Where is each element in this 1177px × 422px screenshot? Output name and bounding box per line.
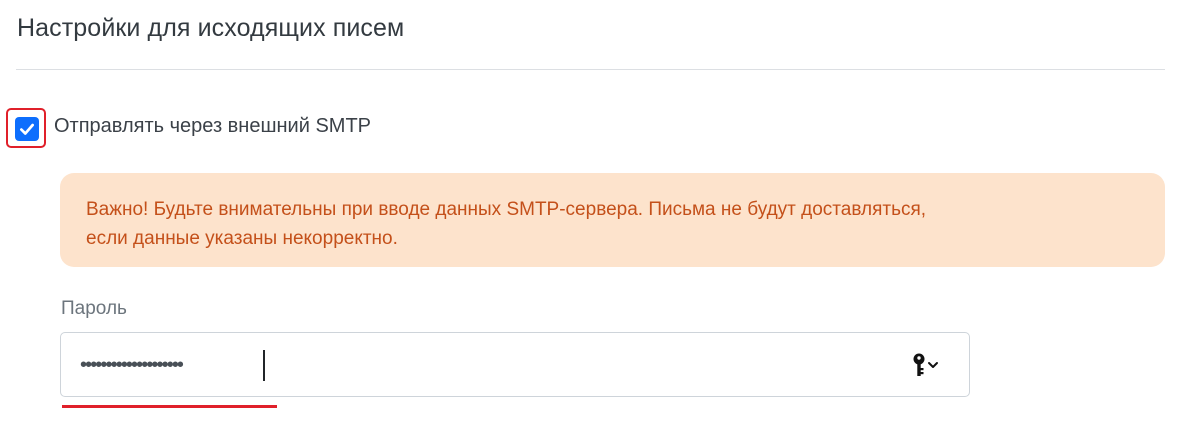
alert-text-line-2: если данные указаны некорректно.	[86, 228, 398, 249]
chevron-down-icon	[928, 362, 938, 368]
checkmark-icon	[20, 123, 34, 135]
text-caret	[263, 350, 265, 381]
key-icon	[913, 353, 925, 376]
password-error-underline	[62, 405, 277, 408]
warning-alert: Важно! Будьте внимательны при вводе данн…	[60, 173, 1165, 267]
section-title: Настройки для исходящих писем	[17, 14, 405, 42]
password-label: Пароль	[61, 298, 127, 319]
password-manager-button[interactable]	[912, 353, 939, 377]
password-input[interactable]: ••••••••••••••••••••	[60, 332, 970, 397]
external-smtp-checkbox[interactable]	[15, 117, 39, 141]
alert-text-line-1: Важно! Будьте внимательны при вводе данн…	[86, 199, 927, 220]
section-divider	[16, 69, 1165, 70]
password-masked-value: ••••••••••••••••••••	[80, 354, 184, 376]
external-smtp-label[interactable]: Отправлять через внешний SMTP	[54, 115, 371, 138]
